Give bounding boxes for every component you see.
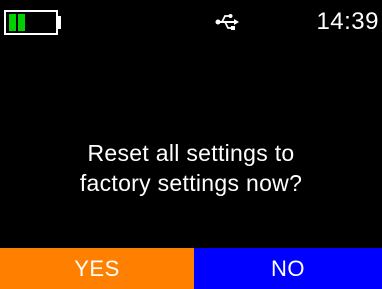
battery-level-bar xyxy=(9,14,16,31)
message-line: Reset all settings to xyxy=(87,140,295,166)
yes-button[interactable]: YES xyxy=(0,248,194,289)
status-bar: 14:39 xyxy=(0,0,382,44)
no-button[interactable]: NO xyxy=(194,248,382,289)
usb-icon xyxy=(215,14,239,30)
battery-tip xyxy=(58,16,61,29)
message-line: factory settings now? xyxy=(79,170,303,196)
battery-level-bar xyxy=(18,14,25,31)
device-screen: 14:39 Reset all settings to factory sett… xyxy=(0,0,382,289)
battery-icon xyxy=(4,10,58,35)
confirmation-message: Reset all settings to factory settings n… xyxy=(0,138,382,198)
clock: 14:39 xyxy=(316,8,379,35)
